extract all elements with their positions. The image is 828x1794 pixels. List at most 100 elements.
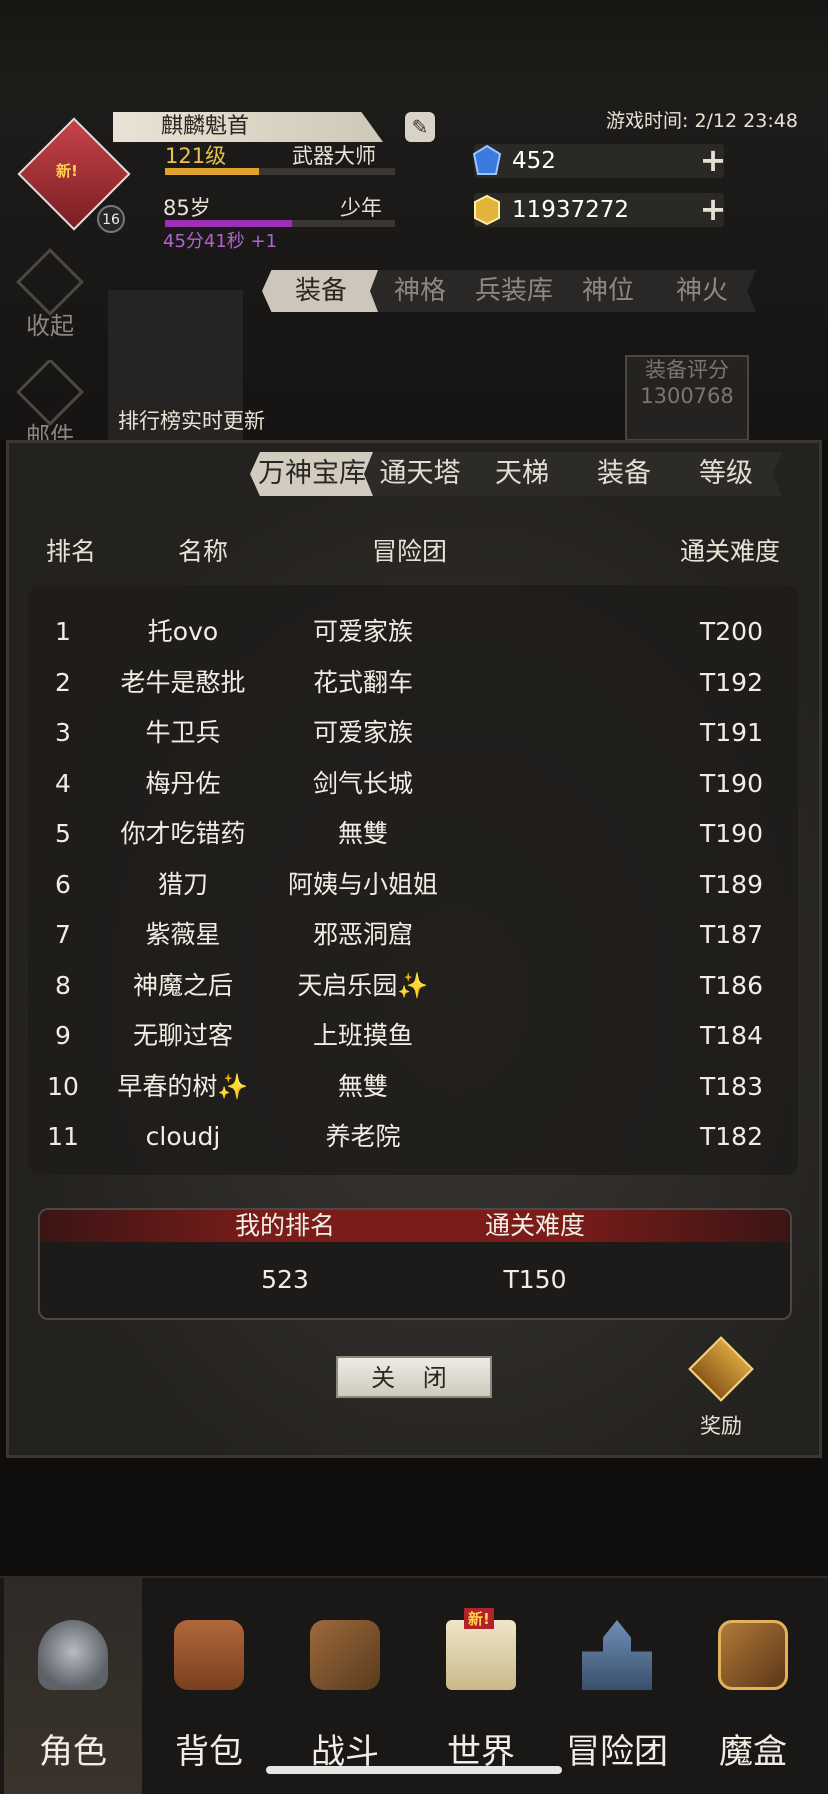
my-ranking-header	[40, 1210, 790, 1242]
row-guild: 可爱家族	[312, 617, 413, 646]
status-area	[0, 0, 828, 100]
col-difficulty: 通关难度	[680, 537, 781, 566]
row-difficulty: T183	[700, 1071, 763, 1101]
row-guild: 邪恶洞窟	[312, 920, 413, 949]
row-rank: 7	[55, 920, 71, 949]
magic-box-icon	[718, 1620, 788, 1690]
nav-magic-box-label: 魔盒	[719, 1732, 787, 1772]
collapse-label: 收起	[26, 312, 74, 340]
row-guild: 無雙	[337, 1071, 388, 1101]
table-row[interactable]: 10 早春的树✨ 無雙 T183	[28, 1062, 798, 1112]
row-name: 无聊过客	[132, 1021, 233, 1050]
row-name: 老牛是憨批	[120, 667, 246, 697]
add-gems-button[interactable]: +	[698, 144, 728, 176]
world-new-badge: 新!	[464, 1608, 494, 1629]
xp-bar-fill	[165, 168, 260, 175]
table-row[interactable]: 9 无聊过客 上班摸鱼 T184	[28, 1011, 798, 1061]
equip-score: 装备评分 1300768	[625, 355, 749, 441]
scroll-map-icon	[446, 1620, 516, 1690]
row-rank: 5	[55, 819, 71, 848]
my-rank-value: 523	[261, 1265, 309, 1294]
row-guild: 花式翻车	[312, 667, 413, 697]
row-guild: 养老院	[325, 1122, 401, 1151]
table-row[interactable]: 6 猎刀 阿姨与小姐姐 T189	[28, 860, 798, 910]
tab-sky-tower[interactable]: 通天塔	[364, 452, 476, 496]
table-row[interactable]: 11 cloudj 养老院 T182	[28, 1112, 798, 1162]
table-row[interactable]: 5 你才吃错药 無雙 T190	[28, 809, 798, 859]
treasure-chest-icon	[688, 1336, 754, 1402]
home-indicator[interactable]	[266, 1766, 562, 1774]
reward-button[interactable]: 奖励	[680, 1336, 762, 1441]
table-row[interactable]: 3 牛卫兵 可爱家族 T191	[28, 708, 798, 758]
tab-equipment[interactable]: 装备	[262, 270, 380, 312]
player-class: 武器大师	[292, 144, 376, 168]
row-guild: 無雙	[337, 819, 388, 848]
edit-name-icon[interactable]: ✎	[405, 112, 435, 142]
col-name: 名称	[178, 537, 229, 566]
mail-button[interactable]: 邮件	[10, 360, 90, 440]
rank-live-note: 排行榜实时更新	[118, 409, 265, 433]
my-ranking: 我的排名 通关难度 523 T150	[38, 1208, 792, 1320]
row-rank: 9	[55, 1021, 71, 1050]
nav-adventure-group[interactable]: 冒险团	[548, 1578, 686, 1794]
my-difficulty-value: T150	[503, 1265, 567, 1294]
row-difficulty: T184	[700, 1021, 763, 1050]
row-difficulty: T192	[700, 667, 763, 697]
ranking-table[interactable]: 1 托ovo 可爱家族 T200 2 老牛是憨批 花式翻车 T192 3 牛卫兵 可爱家族 T191 4…	[28, 585, 798, 1175]
row-rank: 6	[55, 869, 71, 899]
bottom-nav: 角色 背包 战斗 新! 世界 冒险团 魔盒	[0, 1576, 828, 1794]
row-rank: 8	[55, 970, 71, 1000]
row-name: 早春的树✨	[117, 1071, 249, 1101]
nav-magic-box[interactable]: 魔盒	[684, 1578, 822, 1794]
row-name: 猎刀	[157, 869, 208, 899]
collapse-button[interactable]: 收起	[10, 248, 90, 340]
age-bar-fill	[165, 220, 292, 227]
table-row[interactable]: 4 梅丹佐 剑气长城 T190	[28, 759, 798, 809]
row-difficulty: T186	[700, 970, 763, 1000]
table-row[interactable]: 2 老牛是憨批 花式翻车 T192	[28, 658, 798, 708]
tab-rank-equipment[interactable]: 装备	[568, 452, 680, 496]
row-guild: 上班摸鱼	[312, 1021, 413, 1050]
add-gold-button[interactable]: +	[698, 193, 728, 225]
row-rank: 11	[47, 1122, 79, 1151]
row-difficulty: T190	[700, 768, 763, 798]
tab-rank-level[interactable]: 等级	[670, 452, 782, 496]
row-difficulty: T189	[700, 869, 763, 899]
col-guild: 冒险团	[372, 537, 448, 566]
reward-label: 奖励	[700, 1414, 742, 1438]
row-guild: 阿姨与小姐姐	[287, 869, 438, 899]
tab-ladder[interactable]: 天梯	[466, 452, 578, 496]
row-rank: 1	[55, 617, 71, 646]
row-rank: 3	[55, 718, 71, 747]
row-name: 神魔之后	[132, 970, 233, 1000]
nav-character[interactable]: 角色	[4, 1578, 142, 1794]
row-name: 托ovo	[147, 617, 219, 646]
row-rank: 2	[55, 667, 71, 697]
row-difficulty: T200	[700, 617, 763, 646]
tab-armory[interactable]: 兵装库	[460, 270, 568, 312]
tab-pantheon-vault[interactable]: 万神宝库	[250, 452, 374, 496]
helmet-icon	[38, 1620, 108, 1690]
nav-world[interactable]: 新! 世界	[412, 1578, 550, 1794]
nav-battle[interactable]: 战斗	[276, 1578, 414, 1794]
tab-divinity[interactable]: 神格	[370, 270, 470, 312]
tab-god-position[interactable]: 神位	[558, 270, 658, 312]
table-row[interactable]: 7 紫薇星 邪恶洞窟 T187	[28, 910, 798, 960]
gem-counter: 452 +	[472, 144, 726, 178]
close-button[interactable]: 关 闭	[336, 1356, 492, 1398]
game-time: 游戏时间: 2/12 23:48	[606, 110, 798, 132]
row-rank: 4	[55, 768, 71, 798]
blue-gem-icon	[472, 144, 502, 175]
table-row[interactable]: 1 托ovo 可爱家族 T200	[28, 607, 798, 657]
gold-coin-icon	[474, 194, 500, 226]
row-difficulty: T190	[700, 819, 763, 848]
row-name: 紫薇星	[145, 920, 221, 949]
castle-icon	[582, 1620, 652, 1690]
row-name: 你才吃错药	[120, 819, 246, 848]
equip-score-value: 1300768	[640, 384, 734, 408]
sword-shield-icon	[310, 1620, 380, 1690]
tab-divine-fire[interactable]: 神火	[648, 270, 756, 312]
nav-backpack[interactable]: 背包	[140, 1578, 278, 1794]
row-difficulty: T191	[700, 718, 763, 747]
table-row[interactable]: 8 神魔之后 天启乐园✨ T186	[28, 961, 798, 1011]
